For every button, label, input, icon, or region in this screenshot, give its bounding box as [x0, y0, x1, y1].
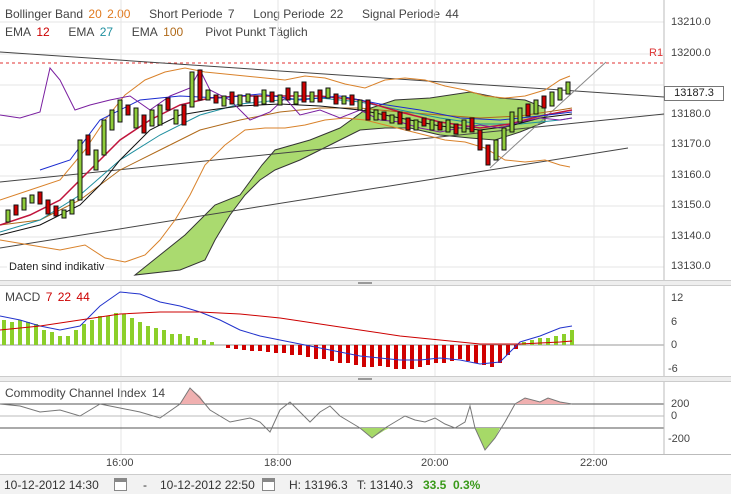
from-date: 10-12-2012 14:30 — [4, 478, 99, 492]
current-price-tag: 13187.3 — [664, 86, 724, 101]
cci-panel: Commodity Channel Index 14 200 0 -200 — [0, 382, 731, 454]
x-tick-1600: 16:00 — [106, 457, 134, 469]
y-tick-13200: 13200.0 — [671, 47, 711, 59]
calendar-from-icon[interactable] — [114, 478, 127, 491]
macd-panel: MACD 7 22 44 12 6 0 -6 — [0, 286, 731, 376]
y-tick-13170: 13170.0 — [671, 138, 711, 150]
change-percent: 0.3% — [453, 478, 481, 492]
calendar-to-icon[interactable] — [262, 478, 275, 491]
x-axis: 16:00 18:00 20:00 22:00 — [0, 454, 731, 474]
macd-tick-0: 0 — [671, 339, 678, 351]
cci-tick-neg200: -200 — [668, 433, 691, 445]
x-tick-2000: 20:00 — [421, 457, 449, 469]
x-tick-2200: 22:00 — [580, 457, 608, 469]
r1-label: R1 — [649, 47, 664, 59]
change-value: 33.5 — [423, 478, 447, 492]
cci-chart — [0, 382, 665, 454]
low-value: T: 13140.3 — [357, 478, 414, 492]
trendline-mid — [0, 113, 665, 183]
indicative-note: Daten sind indikativ — [7, 261, 107, 273]
macd-tick-6: 6 — [671, 316, 678, 328]
to-date: 10-12-2012 22:50 — [160, 478, 255, 492]
macd-tick-neg6: -6 — [668, 363, 678, 375]
y-tick-13140: 13140.0 — [671, 230, 711, 242]
cci-oversold-fill — [360, 428, 390, 438]
high-value: H: 13196.3 — [289, 478, 348, 492]
main-price-chart — [0, 0, 665, 281]
macd-chart — [0, 286, 665, 376]
y-tick-13160: 13160.0 — [671, 169, 711, 181]
macd-histogram — [2, 313, 574, 369]
y-tick-13130: 13130.0 — [671, 260, 711, 272]
footer-bar: 10-12-2012 14:30 - 10-12-2012 22:50 H: 1… — [0, 474, 731, 494]
macd-tick-12: 12 — [671, 292, 684, 304]
y-tick-13210: 13210.0 — [671, 16, 711, 28]
main-chart-panel: Bollinger Band 20 2.00 Short Periode 7 L… — [0, 0, 731, 281]
y-tick-13150: 13150.0 — [671, 199, 711, 211]
y-tick-13180: 13180.0 — [671, 108, 711, 120]
x-tick-1800: 18:00 — [264, 457, 292, 469]
trendline-top — [0, 51, 665, 98]
cci-tick-200: 200 — [671, 398, 690, 410]
date-separator: - — [143, 478, 147, 492]
cci-tick-0: 0 — [671, 410, 678, 422]
